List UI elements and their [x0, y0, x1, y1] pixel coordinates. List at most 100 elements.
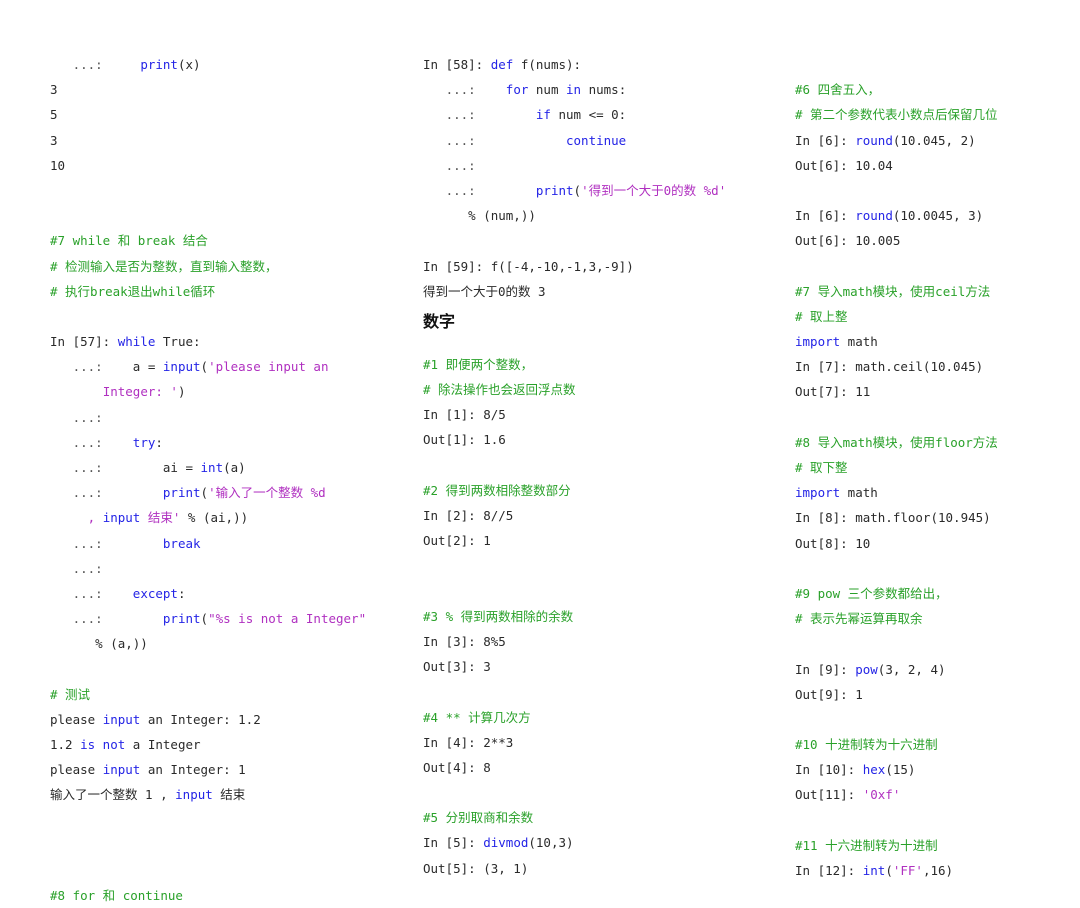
code-token: 10 — [50, 157, 66, 173]
keyword-token: for — [505, 82, 529, 98]
keyword-token: in — [566, 82, 582, 98]
code-column-right: #6 四舍五入， # 第二个参数代表小数点后保留几位 In [6]: round(1… — [795, 52, 1080, 883]
code-token: ) — [177, 384, 186, 400]
code-line: ...: — [423, 153, 783, 178]
code-column-middle: In [58]: def f(nums): ...: for num in nu… — [423, 52, 783, 881]
code-line: In [10]: hex(15) — [795, 757, 1080, 782]
code-line: ...: print('得到一个大于0的数 %d' — [423, 178, 783, 203]
continuation-prompt: ...: — [50, 57, 141, 72]
continuation-prompt: ...: — [50, 585, 133, 601]
code-line: , input 结束' % (ai,)) — [50, 505, 410, 530]
comment-token: #10 十进制转为十六进制 — [795, 737, 938, 753]
code-line: ...: — [50, 556, 410, 581]
continuation-prompt: ...: — [423, 82, 506, 98]
comment-token: # 表示先幂运算再取余 — [795, 611, 923, 627]
code-token: In [57]: — [50, 334, 118, 350]
code-line: 5 — [50, 102, 410, 127]
code-token: 3 — [50, 82, 58, 98]
keyword-token: int — [200, 460, 224, 475]
keyword-token: input — [102, 510, 141, 526]
keyword-token: hex — [862, 762, 886, 778]
code-line: Out[6]: 10.04 — [795, 153, 1080, 178]
continuation-prompt: ...: — [50, 409, 103, 425]
code-token: Out[6]: 10.005 — [795, 233, 901, 249]
code-column-left: ...: print(x) 3 5 3 10 #7 while 和 break 结合 # 检… — [50, 52, 410, 908]
comment-line: #2 得到两数相除整数部分 — [423, 478, 783, 503]
comment-token: #3 % 得到两数相除的余数 — [423, 608, 574, 624]
code-line: ...: if num <= 0: — [423, 102, 783, 127]
code-line: Out[4]: 8 — [423, 755, 783, 780]
comment-token: #8 for 和 continue — [50, 888, 183, 904]
string-token: 'please input an — [208, 359, 329, 375]
comment-line: #9 pow 三个参数都给出， — [795, 581, 1080, 606]
comment-line: #1 即便两个整数， — [423, 352, 783, 377]
continuation-prompt: ...: — [423, 132, 566, 148]
code-token: In [7]: math.ceil(10.045) — [795, 359, 984, 375]
code-token: a = — [132, 359, 163, 375]
string-token: '得到一个大于0的数 %d' — [581, 182, 727, 198]
keyword-token: def — [490, 57, 514, 72]
code-line: In [7]: math.ceil(10.045) — [795, 354, 1080, 379]
comment-line: # 表示先幂运算再取余 — [795, 606, 1080, 631]
code-line: In [6]: round(10.0045, 3) — [795, 203, 1080, 228]
code-line: ...: a = input('please input an — [50, 354, 410, 379]
code-token: a Integer — [125, 737, 201, 753]
code-line: In [4]: 2**3 — [423, 730, 783, 755]
code-line: ...: continue — [423, 128, 783, 153]
keyword-token: print — [535, 182, 574, 198]
code-token: In [12]: — [795, 863, 863, 878]
keyword-token: divmod — [483, 835, 529, 851]
continuation-prompt: ...: — [423, 107, 536, 123]
comment-line: #10 十进制转为十六进制 — [795, 732, 1080, 757]
code-token: In [9]: — [795, 661, 856, 677]
code-token: Out[4]: 8 — [423, 759, 491, 775]
comment-token: #6 四舍五入， — [795, 82, 881, 98]
comment-token: # 取下整 — [795, 460, 848, 475]
code-token: In [4]: 2**3 — [423, 734, 514, 750]
code-token: Out[7]: 11 — [795, 384, 871, 400]
keyword-token: continue — [566, 132, 627, 148]
comment-token: # 除法操作也会返回浮点数 — [423, 382, 576, 398]
code-line: ...: break — [50, 531, 410, 556]
code-line: In [5]: divmod(10,3) — [423, 830, 783, 855]
keyword-token: input — [102, 762, 141, 778]
string-token: "%s is not a Integer" — [208, 611, 367, 627]
code-token: num <= 0: — [550, 107, 627, 123]
code-line: ...: for num in nums: — [423, 77, 783, 102]
code-line: In [6]: round(10.045, 2) — [795, 128, 1080, 153]
keyword-token: round — [855, 208, 893, 224]
code-token: f(nums): — [513, 57, 582, 72]
code-line: please input an Integer: 1.2 — [50, 707, 410, 732]
code-token: (15) — [885, 762, 916, 778]
keyword-token: input — [175, 787, 213, 803]
code-line: 3 — [50, 77, 410, 102]
code-token: Out[9]: 1 — [795, 686, 863, 702]
code-line: In [59]: f([-4,-10,-1,3,-9]) — [423, 254, 783, 279]
string-token: 'FF' — [892, 863, 923, 878]
keyword-token: if — [535, 107, 551, 123]
code-token: In [6]: — [795, 208, 856, 224]
string-token: '输入了一个整数 %d — [208, 485, 326, 501]
code-token: In [6]: — [795, 132, 856, 148]
comment-line: #11 十六进制转为十进制 — [795, 833, 1080, 858]
keyword-token: pow — [855, 661, 878, 677]
code-token: (10,3) — [528, 835, 574, 851]
code-line: % (num,)) — [423, 203, 783, 228]
code-line: Out[11]: '0xf' — [795, 782, 1080, 807]
keyword-token: input — [102, 711, 141, 727]
code-line: Integer: ') — [50, 379, 410, 404]
code-token: ai = — [162, 460, 201, 475]
code-token: ( — [200, 359, 209, 375]
code-line: In [8]: math.floor(10.945) — [795, 505, 1080, 530]
continuation-prompt: ...: — [50, 535, 163, 551]
